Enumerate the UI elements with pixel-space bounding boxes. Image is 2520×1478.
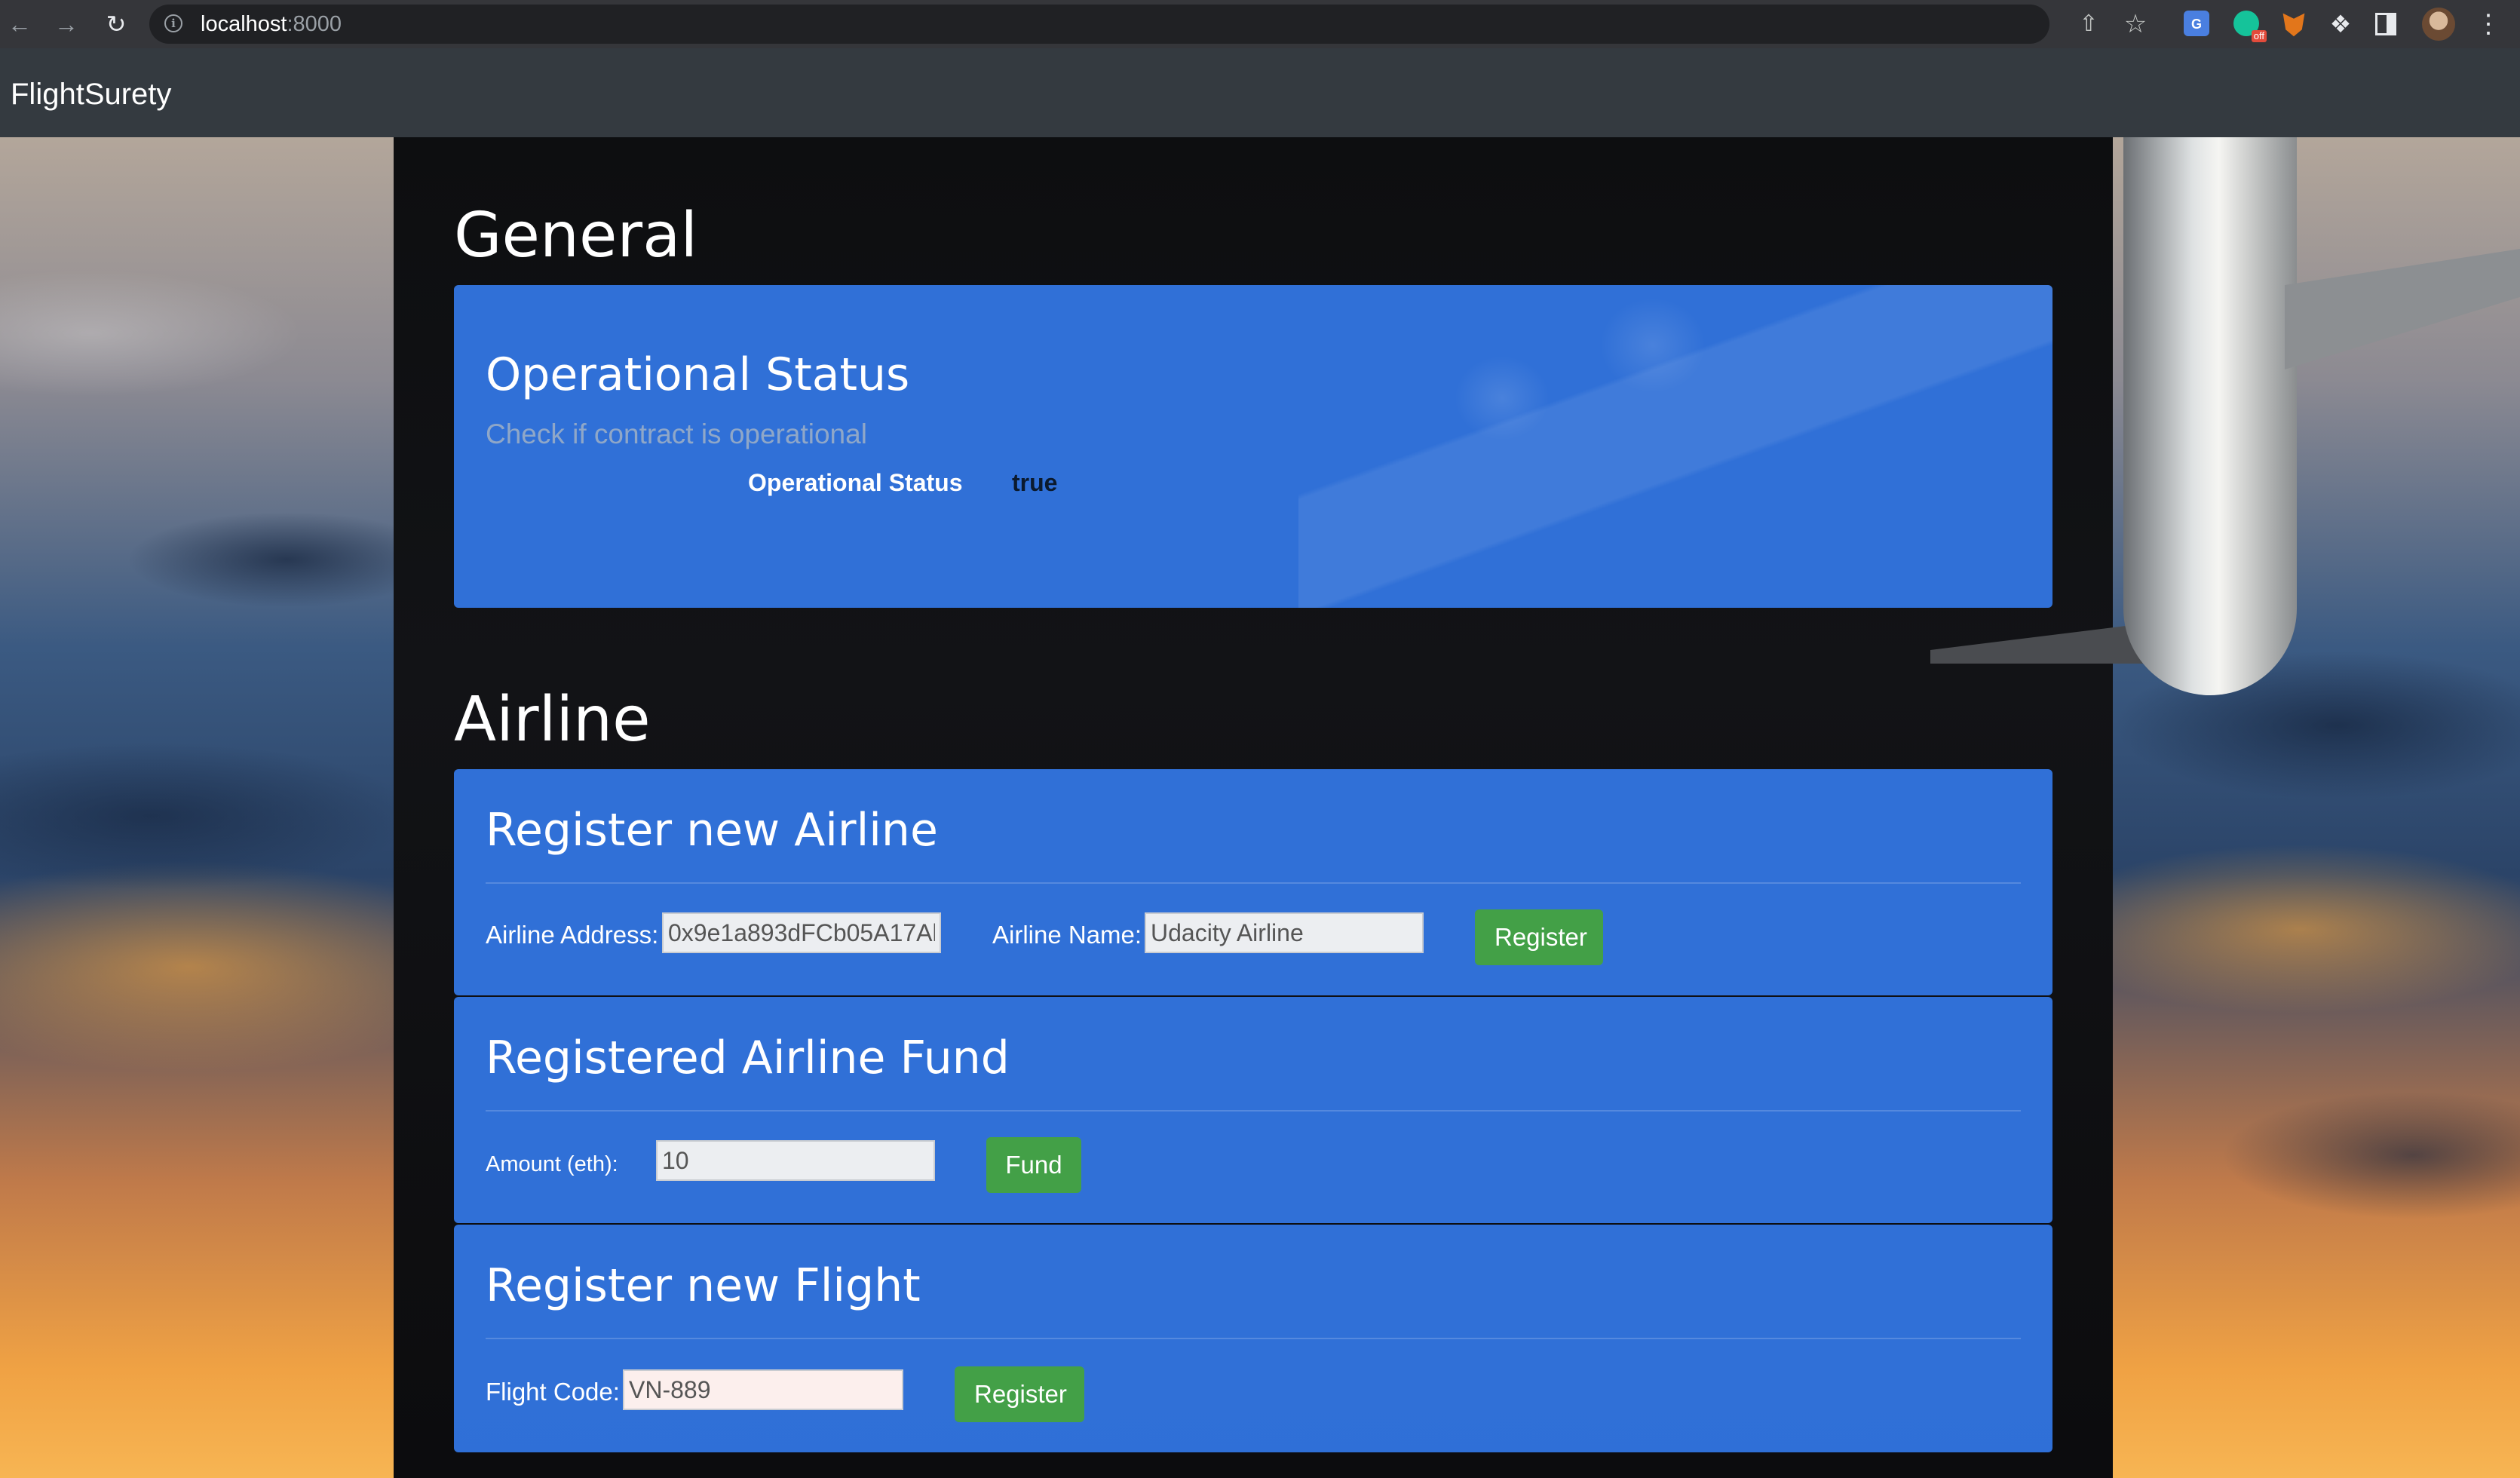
airline-name-label: Airline Name: bbox=[992, 921, 1142, 949]
reload-icon[interactable]: ↻ bbox=[101, 9, 131, 39]
amount-input[interactable] bbox=[656, 1140, 935, 1181]
metamask-extension-icon[interactable] bbox=[2282, 13, 2305, 37]
flight-code-label: Flight Code: bbox=[486, 1378, 620, 1406]
card-title: Register new Flight bbox=[486, 1259, 921, 1312]
address-bar[interactable]: i localhost:8000 bbox=[149, 5, 2049, 44]
card-title: Registered Airline Fund bbox=[486, 1032, 1010, 1084]
register-flight-button[interactable]: Register bbox=[955, 1366, 1084, 1422]
star-icon[interactable]: ☆ bbox=[2122, 11, 2149, 38]
url-text[interactable]: localhost:8000 bbox=[201, 13, 342, 35]
browser-toolbar: ← → ↻ i localhost:8000 ⇧ ☆ G off ❖ ⋮ bbox=[0, 0, 2520, 48]
forward-icon[interactable]: → bbox=[51, 9, 81, 39]
grammarly-extension-icon[interactable]: off bbox=[2233, 11, 2267, 42]
card-background-graphic bbox=[1298, 285, 2052, 608]
back-icon[interactable]: ← bbox=[5, 9, 35, 39]
site-info-icon[interactable]: i bbox=[164, 14, 182, 32]
airline-name-input[interactable] bbox=[1145, 912, 1424, 953]
kebab-menu-icon[interactable]: ⋮ bbox=[2475, 11, 2502, 38]
register-airline-button[interactable]: Register bbox=[1475, 909, 1603, 965]
url-host: localhost bbox=[201, 12, 287, 36]
card-title: Operational Status bbox=[486, 348, 910, 401]
section-title-general: General bbox=[454, 200, 698, 271]
share-icon[interactable]: ⇧ bbox=[2075, 11, 2102, 38]
airline-fund-card: Registered Airline Fund Amount (eth): Fu… bbox=[454, 997, 2052, 1223]
airline-address-input[interactable] bbox=[662, 912, 941, 953]
puzzle-icon[interactable]: ❖ bbox=[2327, 11, 2354, 38]
register-airline-card: Register new Airline Airline Address: Ai… bbox=[454, 769, 2052, 995]
side-panel-icon[interactable] bbox=[2375, 13, 2396, 35]
app-navbar: FlightSurety bbox=[0, 48, 2520, 137]
translate-extension-icon[interactable]: G bbox=[2184, 11, 2209, 36]
card-title: Register new Airline bbox=[486, 804, 938, 857]
airline-address-label: Airline Address: bbox=[486, 921, 659, 949]
status-label: Operational Status bbox=[748, 469, 963, 496]
airplane-fuselage bbox=[2123, 137, 2297, 695]
section-title-airline: Airline bbox=[454, 684, 651, 756]
amount-label: Amount (eth): bbox=[486, 1152, 618, 1176]
register-flight-card: Register new Flight Flight Code: Registe… bbox=[454, 1225, 2052, 1452]
card-subtitle: Check if contract is operational bbox=[486, 419, 867, 449]
flight-code-input[interactable] bbox=[623, 1369, 903, 1410]
status-value: true bbox=[1012, 469, 1058, 496]
profile-avatar[interactable] bbox=[2422, 8, 2455, 41]
fund-button[interactable]: Fund bbox=[986, 1137, 1081, 1193]
divider bbox=[486, 1338, 2021, 1339]
operational-status-card: Operational Status Check if contract is … bbox=[454, 285, 2052, 608]
url-port: :8000 bbox=[287, 12, 342, 36]
divider bbox=[486, 882, 2021, 884]
navbar-brand[interactable]: FlightSurety bbox=[11, 77, 171, 112]
extension-badge: off bbox=[2251, 30, 2267, 42]
divider bbox=[486, 1110, 2021, 1112]
